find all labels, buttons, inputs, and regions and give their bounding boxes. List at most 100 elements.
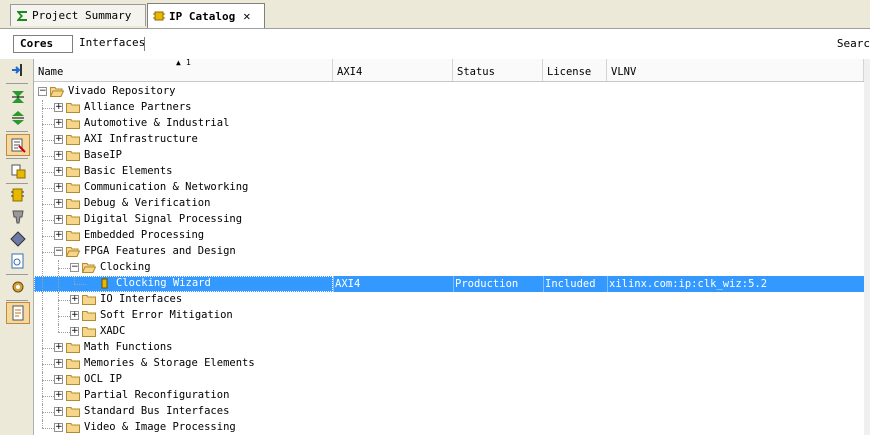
tree-item-label: Vivado Repository xyxy=(68,85,176,97)
category-row[interactable]: + Video & Image Processing xyxy=(34,420,870,435)
expand-toggle-icon[interactable]: + xyxy=(54,391,63,400)
column-header-status[interactable]: Status xyxy=(453,59,543,81)
search-ip-icon[interactable] xyxy=(9,208,27,226)
expand-toggle-icon[interactable]: + xyxy=(54,103,63,112)
category-row[interactable]: + Digital Signal Processing xyxy=(34,212,870,228)
expand-toggle-icon[interactable]: + xyxy=(54,359,63,368)
tree-item-label: Soft Error Mitigation xyxy=(100,309,233,321)
category-row[interactable]: − Clocking xyxy=(34,260,870,276)
ip-core-row[interactable]: Clocking Wizard AXI4 Production Included xil… xyxy=(34,276,870,292)
folder-open-icon xyxy=(66,247,80,257)
category-row[interactable]: + AXI Infrastructure xyxy=(34,132,870,148)
tab-cores[interactable]: Cores xyxy=(13,35,73,53)
expand-toggle-icon[interactable]: + xyxy=(54,343,63,352)
category-row[interactable]: + OCL IP xyxy=(34,372,870,388)
expand-toggle-icon[interactable]: + xyxy=(54,215,63,224)
category-row[interactable]: − Vivado Repository xyxy=(34,84,870,100)
category-row[interactable]: + Communication & Networking xyxy=(34,180,870,196)
category-row[interactable]: + Memories & Storage Elements xyxy=(34,356,870,372)
folder-icon xyxy=(82,295,96,305)
tree-guide-line xyxy=(42,108,54,109)
expand-toggle-icon[interactable]: + xyxy=(54,375,63,384)
ip-status-cell: Production xyxy=(455,278,519,290)
expand-toggle-icon[interactable]: + xyxy=(70,311,79,320)
folder-icon xyxy=(66,103,80,113)
column-header-axi4[interactable]: AXI4 xyxy=(333,59,453,81)
category-row[interactable]: + Embedded Processing xyxy=(34,228,870,244)
tree-guide-line xyxy=(42,204,54,205)
filter-icon[interactable] xyxy=(6,134,30,156)
tab-interfaces[interactable]: Interfaces xyxy=(73,35,151,53)
toolbar-separator xyxy=(6,183,28,184)
tree-rows: − Vivado Repository + Alliance Partners + Aut… xyxy=(34,84,870,435)
collapse-toggle-icon[interactable]: − xyxy=(38,87,47,96)
expand-all-icon[interactable] xyxy=(9,109,27,127)
tree-guide-line xyxy=(42,324,43,340)
column-header-status-label: Status xyxy=(457,66,495,78)
column-header-name[interactable]: Name xyxy=(34,59,333,81)
collapse-toggle-icon[interactable]: − xyxy=(70,263,79,272)
folder-icon xyxy=(66,183,80,193)
category-row[interactable]: + Standard Bus Interfaces xyxy=(34,404,870,420)
ip-chip-icon xyxy=(152,9,166,23)
add-repository-icon[interactable] xyxy=(9,186,27,204)
tree-item-label: Embedded Processing xyxy=(84,229,205,241)
expand-toggle-icon[interactable]: + xyxy=(54,119,63,128)
tab-cores-label: Cores xyxy=(20,37,54,50)
category-row[interactable]: + Partial Reconfiguration xyxy=(34,388,870,404)
properties-icon[interactable] xyxy=(9,230,27,248)
column-header-vlnv[interactable]: VLNV xyxy=(607,59,864,81)
expand-toggle-icon[interactable]: + xyxy=(54,199,63,208)
documentation-icon[interactable] xyxy=(9,252,27,270)
folder-open-icon xyxy=(82,263,96,273)
ip-catalog-table: ▲ 1 Name AXI4 Status License VLNV − Vivad… xyxy=(34,59,870,435)
expand-toggle-icon[interactable]: + xyxy=(54,135,63,144)
expand-toggle-icon[interactable]: + xyxy=(70,295,79,304)
catalog-view-switcher: Cores Interfaces Searc xyxy=(0,29,870,60)
expand-toggle-icon[interactable]: + xyxy=(54,407,63,416)
expand-to-level-icon[interactable] xyxy=(9,61,27,79)
expand-toggle-icon[interactable]: + xyxy=(70,327,79,336)
collapse-all-icon[interactable] xyxy=(9,88,27,106)
collapse-toggle-icon[interactable]: − xyxy=(54,247,63,256)
category-row[interactable]: + Math Functions xyxy=(34,340,870,356)
search-label[interactable]: Searc xyxy=(837,37,870,50)
category-row[interactable]: + IO Interfaces xyxy=(34,292,870,308)
category-row[interactable]: + Soft Error Mitigation xyxy=(34,308,870,324)
expand-toggle-icon[interactable]: + xyxy=(54,167,63,176)
toolbar-separator xyxy=(6,131,28,132)
category-row[interactable]: + Automotive & Industrial xyxy=(34,116,870,132)
folder-icon xyxy=(66,359,80,369)
tree-guide-line xyxy=(42,348,54,349)
tab-ip-catalog[interactable]: IP Catalog ✕ xyxy=(147,3,265,28)
customize-ip-icon[interactable] xyxy=(9,162,27,180)
tree-guide-line xyxy=(42,396,54,397)
settings-gear-icon[interactable] xyxy=(9,278,27,296)
table-header: ▲ 1 Name AXI4 Status License VLNV xyxy=(34,59,870,82)
category-row[interactable]: + Alliance Partners xyxy=(34,100,870,116)
tab-project-summary[interactable]: Project Summary xyxy=(10,4,146,26)
catalog-toolbar xyxy=(0,59,34,435)
tree-guide-line xyxy=(42,252,54,253)
tree-guide-line xyxy=(42,172,54,173)
toolbar-separator xyxy=(6,300,28,301)
category-row[interactable]: + BaseIP xyxy=(34,148,870,164)
close-icon[interactable]: ✕ xyxy=(243,9,250,23)
category-row[interactable]: + Basic Elements xyxy=(34,164,870,180)
tree-guide-line xyxy=(42,260,43,276)
expand-toggle-icon[interactable]: + xyxy=(54,183,63,192)
column-header-license[interactable]: License xyxy=(543,59,607,81)
toolbar-separator xyxy=(6,158,28,159)
expand-toggle-icon[interactable]: + xyxy=(54,231,63,240)
report-icon[interactable] xyxy=(6,302,30,324)
expand-toggle-icon[interactable]: + xyxy=(54,151,63,160)
folder-icon xyxy=(66,343,80,353)
ip-core-name: Clocking Wizard xyxy=(116,277,211,289)
category-row[interactable]: − FPGA Features and Design xyxy=(34,244,870,260)
category-row[interactable]: + XADC xyxy=(34,324,870,340)
folder-icon xyxy=(66,135,80,145)
category-row[interactable]: + Debug & Verification xyxy=(34,196,870,212)
vertical-scrollbar[interactable] xyxy=(864,59,870,435)
expand-toggle-icon[interactable]: + xyxy=(54,423,63,432)
tree-item-label: Alliance Partners xyxy=(84,101,192,113)
